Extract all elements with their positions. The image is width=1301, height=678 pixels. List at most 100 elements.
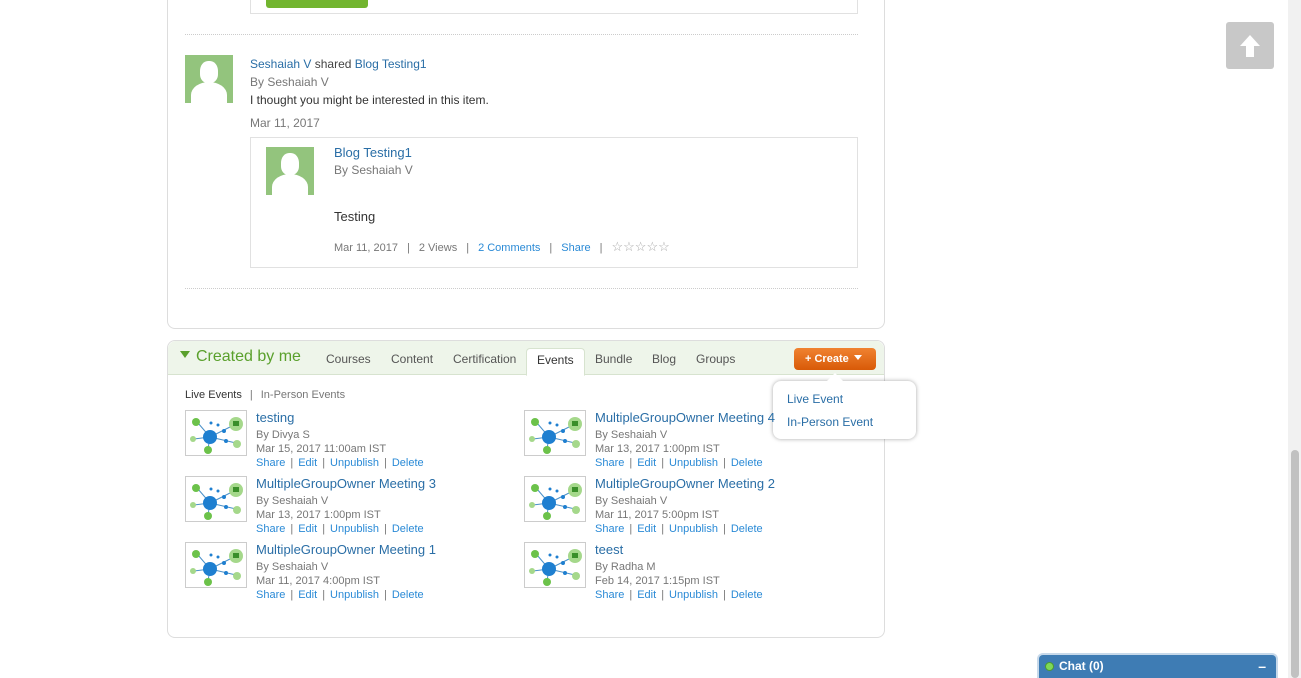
subtab-in-person-events[interactable]: In-Person Events: [261, 389, 345, 401]
created-by-me-title: Created by me: [196, 348, 301, 365]
event-subtabs: Live Events | In-Person Events: [185, 389, 345, 401]
event-actions: Share | Edit | Unpublish | Delete: [595, 589, 763, 601]
scroll-top-button[interactable]: [1226, 22, 1274, 69]
share-link[interactable]: Share: [561, 242, 590, 254]
comments-link[interactable]: 2 Comments: [478, 242, 540, 254]
event-delete-link[interactable]: Delete: [731, 457, 763, 469]
separator: |: [290, 589, 294, 601]
event-delete-link[interactable]: Delete: [392, 589, 424, 601]
arrow-up-icon: [1240, 35, 1260, 57]
tab-courses[interactable]: Courses: [326, 352, 371, 366]
event-unpublish-link[interactable]: Unpublish: [330, 457, 379, 469]
event-edit-link[interactable]: Edit: [637, 589, 656, 601]
event-edit-link[interactable]: Edit: [637, 457, 656, 469]
share-verb: shared: [311, 57, 355, 71]
separator: |: [407, 242, 410, 254]
minimize-icon[interactable]: –: [1258, 658, 1266, 674]
event-delete-link[interactable]: Delete: [392, 523, 424, 535]
tab-bundle[interactable]: Bundle: [595, 352, 632, 366]
created-by-me-toggle[interactable]: Created by me: [180, 348, 301, 366]
user-avatar-icon[interactable]: [185, 55, 233, 103]
chevron-down-icon: [853, 355, 862, 360]
event-title-link[interactable]: MultipleGroupOwner Meeting 3: [256, 476, 436, 491]
card-title-link[interactable]: Blog Testing1: [334, 145, 412, 160]
event-date: Mar 11, 2017 4:00pm IST: [256, 575, 380, 587]
event-unpublish-link[interactable]: Unpublish: [669, 523, 718, 535]
event-thumbnail[interactable]: [524, 542, 586, 588]
event-delete-link[interactable]: Delete: [731, 523, 763, 535]
tab-groups[interactable]: Groups: [696, 352, 735, 366]
tab-content[interactable]: Content: [391, 352, 433, 366]
separator: |: [549, 242, 553, 254]
separator: |: [661, 589, 665, 601]
chat-bar[interactable]: Chat (0) –: [1037, 653, 1278, 678]
separator: |: [629, 523, 633, 535]
event-edit-link[interactable]: Edit: [298, 589, 317, 601]
event-unpublish-link[interactable]: Unpublish: [669, 457, 718, 469]
tab-certification[interactable]: Certification: [453, 352, 516, 366]
event-edit-link[interactable]: Edit: [637, 523, 656, 535]
event-share-link[interactable]: Share: [595, 589, 624, 601]
event-title-link[interactable]: MultipleGroupOwner Meeting 2: [595, 476, 775, 491]
event-title-link[interactable]: MultipleGroupOwner Meeting 4: [595, 410, 775, 425]
event-thumbnail[interactable]: [524, 476, 586, 522]
event-share-link[interactable]: Share: [595, 523, 624, 535]
card-views: 2 Views: [418, 242, 458, 254]
event-thumbnail[interactable]: [185, 476, 247, 522]
separator: |: [383, 523, 387, 535]
event-unpublish-link[interactable]: Unpublish: [669, 589, 718, 601]
separator: |: [383, 457, 387, 469]
separator: |: [322, 523, 326, 535]
event-share-link[interactable]: Share: [595, 457, 624, 469]
event-actions: Share | Edit | Unpublish | Delete: [595, 523, 763, 535]
subtab-live-events[interactable]: Live Events: [185, 389, 242, 401]
share-user-link[interactable]: Seshaiah V: [250, 57, 311, 71]
event-share-link[interactable]: Share: [256, 457, 285, 469]
menu-item-live-event[interactable]: Live Event: [787, 392, 843, 406]
event-title-link[interactable]: MultipleGroupOwner Meeting 1: [256, 542, 436, 557]
event-title-link[interactable]: teest: [595, 542, 623, 557]
tab-blog[interactable]: Blog: [652, 352, 676, 366]
user-avatar-icon: [266, 147, 314, 195]
event-unpublish-link[interactable]: Unpublish: [330, 523, 379, 535]
create-button[interactable]: + Create: [794, 348, 876, 370]
event-item: MultipleGroupOwner Meeting 1 By Seshaiah …: [185, 542, 505, 602]
event-actions: Share | Edit | Unpublish | Delete: [256, 523, 424, 535]
event-author: By Radha M: [595, 561, 656, 573]
event-item: teest By Radha M Feb 14, 2017 1:15pm IST Sh…: [524, 542, 844, 602]
separator: |: [322, 457, 326, 469]
event-share-link[interactable]: Share: [256, 589, 285, 601]
event-share-link[interactable]: Share: [256, 523, 285, 535]
event-thumbnail[interactable]: [524, 410, 586, 456]
separator: |: [322, 589, 326, 601]
event-item: testing By Divya S Mar 15, 2017 11:00am IS…: [185, 410, 505, 470]
event-date: Mar 13, 2017 1:00pm IST: [595, 443, 720, 455]
event-edit-link[interactable]: Edit: [298, 523, 317, 535]
separator: |: [661, 457, 665, 469]
event-delete-link[interactable]: Delete: [392, 457, 424, 469]
event-author: By Seshaiah V: [256, 495, 329, 507]
event-title-link[interactable]: testing: [256, 410, 294, 425]
share-item-link[interactable]: Blog Testing1: [355, 57, 427, 71]
scrollbar-thumb[interactable]: [1291, 450, 1299, 678]
event-unpublish-link[interactable]: Unpublish: [330, 589, 379, 601]
add-to-learning-button[interactable]: [266, 0, 368, 8]
event-item: MultipleGroupOwner Meeting 3 By Seshaiah …: [185, 476, 505, 536]
event-thumbnail[interactable]: [185, 410, 247, 456]
collapse-triangle-icon[interactable]: [180, 351, 190, 358]
event-delete-link[interactable]: Delete: [731, 589, 763, 601]
network-event-icon: [190, 417, 243, 454]
separator: |: [466, 242, 470, 254]
network-event-icon: [190, 549, 243, 586]
card-meta: Mar 11, 2017 | 2 Views | 2 Comments | Share | ☆☆…: [334, 239, 670, 255]
rating-stars-icon[interactable]: ☆☆☆☆☆: [612, 239, 670, 255]
event-edit-link[interactable]: Edit: [298, 457, 317, 469]
dropdown-notch: [826, 373, 844, 382]
tab-events[interactable]: Events: [526, 348, 585, 376]
event-actions: Share | Edit | Unpublish | Delete: [595, 457, 763, 469]
event-thumbnail[interactable]: [185, 542, 247, 588]
event-author: By Divya S: [256, 429, 310, 441]
card-author: By Seshaiah V: [334, 163, 413, 177]
divider: [185, 34, 858, 35]
network-event-icon: [529, 549, 582, 586]
